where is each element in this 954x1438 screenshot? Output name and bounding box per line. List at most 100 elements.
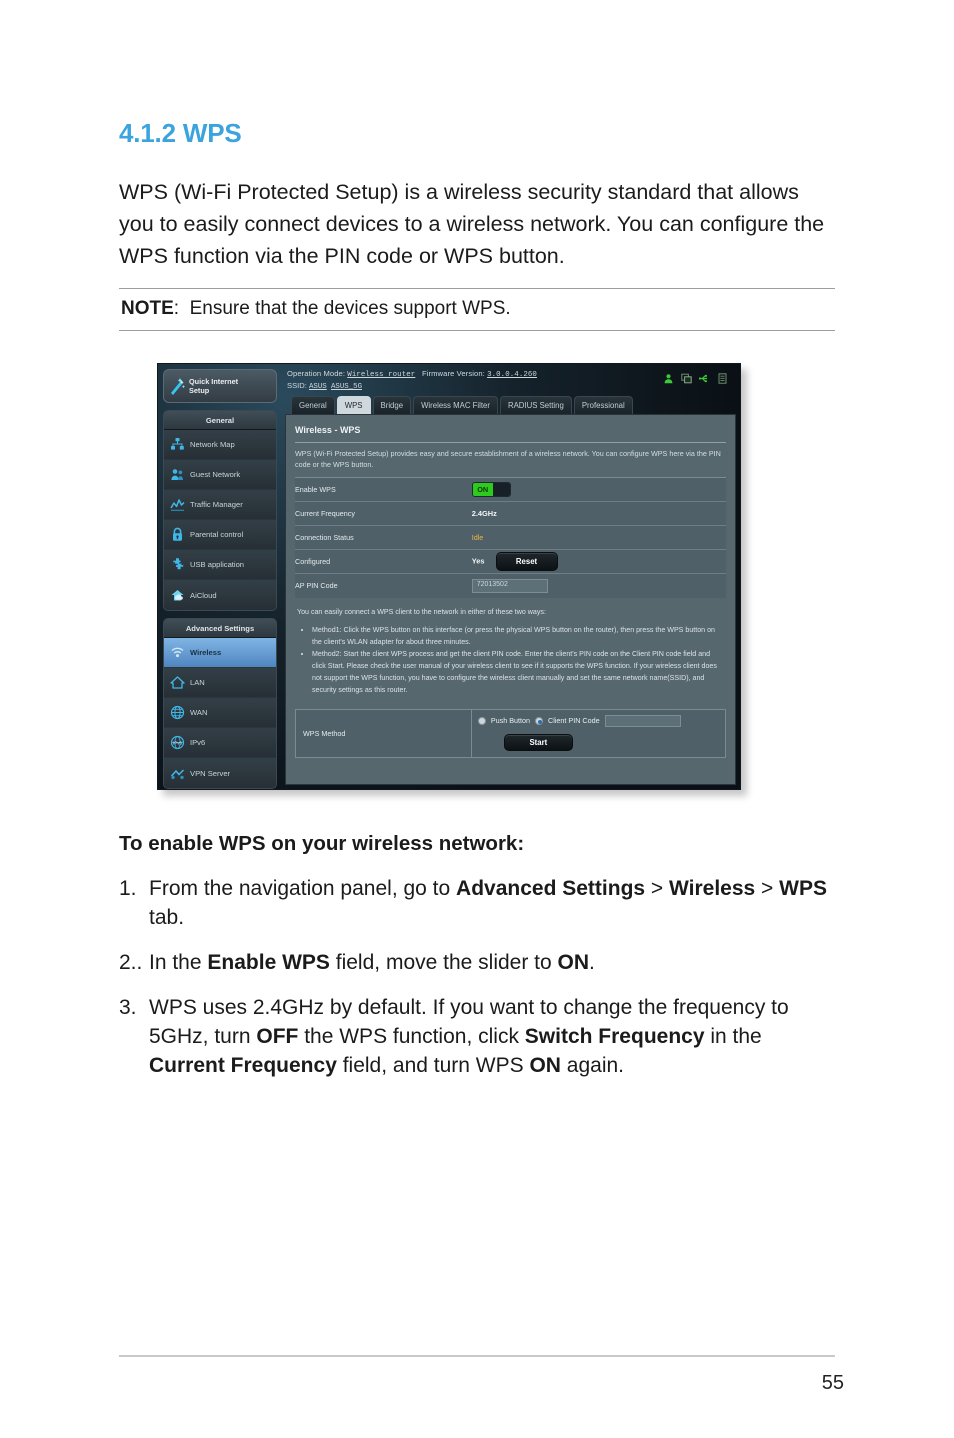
setting-label-enable-wps: Enable WPS (295, 477, 472, 502)
reset-button[interactable]: Reset (495, 552, 558, 571)
home-icon (170, 675, 185, 690)
methods-list: Method1: Click the WPS button on this in… (297, 624, 724, 696)
sidebar-item-traffic-manager[interactable]: Traffic Manager (164, 490, 276, 520)
table-row: AP PIN Code 72013502 (295, 573, 726, 598)
enable-wps-toggle[interactable]: ON (471, 482, 511, 497)
ssid-value-1[interactable]: ASUS (309, 383, 327, 391)
note-label: NOTE (121, 298, 174, 319)
setting-value-configured: Yes (471, 556, 485, 566)
setting-label-ap-pin-code: AP PIN Code (295, 573, 472, 598)
firmware-label: Firmware Version: (421, 369, 485, 378)
toggle-knob (492, 483, 510, 496)
client-pin-code-input[interactable] (604, 714, 681, 727)
status-badge: Idle (471, 533, 484, 542)
setting-label-current-frequency: Current Frequency (295, 501, 472, 526)
sidebar-item-wireless[interactable]: Wireless (164, 638, 276, 668)
tab-professional[interactable]: Professional (573, 396, 633, 414)
list-item: Method2: Start the client WPS process an… (312, 648, 724, 696)
user-icon[interactable] (663, 371, 674, 384)
router-header-line1: Operation Mode: Wireless router Firmware… (287, 369, 537, 379)
operation-mode-label: Operation Mode: (287, 369, 346, 378)
list-item-number: 3. (119, 996, 137, 1019)
list-item-text: In the Enable WPS field, move the slider… (149, 951, 595, 974)
instructions-heading: To enable WPS on your wireless network: (119, 832, 525, 855)
ssid-label: SSID: (287, 381, 307, 390)
sidebar-item-vpn-server[interactable]: VPN Server (164, 758, 276, 788)
sidebar-item-label: LAN (190, 678, 205, 687)
router-sidebar: Quick Internet Setup General Network Map… (158, 364, 281, 789)
sidebar-group-general: General Network Map Guest Network Traffi… (163, 410, 277, 611)
push-button-label: Push Button (490, 716, 531, 725)
ap-pin-code-input[interactable]: 72013502 (471, 578, 548, 593)
tab-radius-setting[interactable]: RADIUS Setting (499, 396, 572, 414)
network-icon[interactable] (681, 371, 692, 384)
sidebar-item-lan[interactable]: LAN (164, 668, 276, 698)
router-tabs: General WPS Bridge Wireless MAC Filter R… (287, 396, 732, 414)
quick-internet-setup-label: Quick Internet Setup (189, 377, 239, 395)
wps-method-row: WPS Method Push Button Client PIN Code S… (295, 708, 726, 758)
router-status-icons (663, 369, 732, 384)
sidebar-item-aicloud[interactable]: AiCloud (164, 580, 276, 610)
sidebar-item-label: Traffic Manager (190, 500, 243, 509)
sidebar-item-network-map[interactable]: Network Map (164, 430, 276, 460)
tab-wps[interactable]: WPS (336, 396, 371, 414)
table-row: Current Frequency 2.4GHz (295, 501, 726, 526)
page-number: 55 (821, 1372, 844, 1394)
vpn-icon (170, 766, 185, 781)
magic-wand-icon (168, 377, 185, 396)
globe-icon (170, 705, 185, 720)
router-content-panel: Wireless - WPS WPS (Wi-Fi Protected Setu… (285, 414, 736, 785)
ssid-value-2[interactable]: ASUS_5G (331, 383, 362, 391)
router-header: Operation Mode: Wireless router Firmware… (281, 364, 740, 414)
panel-title: Wireless - WPS (295, 425, 361, 435)
intro-paragraph: WPS (Wi-Fi Protected Setup) is a wireles… (119, 180, 825, 268)
tab-general[interactable]: General (291, 396, 335, 414)
sidebar-item-usb-application[interactable]: USB application (164, 550, 276, 580)
client-pin-code-radio[interactable] (535, 716, 544, 725)
methods-intro: You can easily connect a WPS client to t… (297, 607, 546, 616)
wps-method-options: Push Button Client PIN Code (477, 714, 721, 727)
list-item-text: From the navigation panel, go to Advance… (149, 877, 827, 929)
cloud-icon (170, 588, 185, 603)
usb-icon[interactable] (698, 371, 710, 383)
table-row: Connection Status Idle (295, 525, 726, 550)
setting-label-connection-status: Connection Status (295, 525, 472, 550)
sidebar-group-header-general: General (164, 411, 276, 430)
sidebar-item-guest-network[interactable]: Guest Network (164, 460, 276, 490)
tab-wireless-mac-filter[interactable]: Wireless MAC Filter (413, 396, 498, 414)
selection-arrow-icon (276, 645, 277, 661)
log-icon[interactable] (717, 371, 728, 384)
sidebar-group-advanced-settings: Advanced Settings Wireless LAN WAN IPv6 … (163, 618, 277, 789)
note-body: NOTE: Ensure that the devices support WP… (119, 289, 835, 330)
tab-bridge[interactable]: Bridge (372, 396, 412, 414)
list-item: Method1: Click the WPS button on this in… (312, 624, 724, 648)
wps-methods-text: You can easily connect a WPS client to t… (295, 598, 726, 702)
lock-icon (170, 527, 185, 542)
quick-internet-setup-button[interactable]: Quick Internet Setup (163, 369, 277, 403)
guest-network-icon (170, 467, 185, 482)
document-page: 4.1.2 WPS WPS (Wi-Fi Protected Setup) is… (0, 0, 954, 1438)
table-row: Configured Yes Reset (295, 549, 726, 574)
operation-mode-value[interactable]: Wireless router (347, 371, 415, 379)
list-item-number: 1. (119, 877, 137, 900)
wifi-icon (170, 645, 185, 660)
note-separator: : (173, 298, 180, 319)
firmware-value[interactable]: 3.0.0.4.260 (487, 371, 537, 379)
list-item: 1. From the navigation panel, go to Adva… (119, 874, 841, 932)
note-text: Ensure that the devices support WPS. (189, 298, 511, 319)
sidebar-group-header-advanced: Advanced Settings (164, 619, 276, 638)
start-button[interactable]: Start (503, 733, 573, 751)
sidebar-item-wan[interactable]: WAN (164, 698, 276, 728)
sidebar-item-label: VPN Server (190, 768, 231, 778)
panel-divider (295, 442, 726, 443)
setting-value-current-frequency: 2.4GHz (471, 501, 726, 526)
sidebar-item-parental-control[interactable]: Parental control (164, 520, 276, 550)
sidebar-item-ipv6[interactable]: IPv6 IPv6 (164, 728, 276, 758)
push-button-radio[interactable] (477, 716, 486, 725)
setting-label-configured: Configured (295, 549, 472, 574)
list-item-text: WPS uses 2.4GHz by default. If you want … (149, 996, 789, 1077)
sidebar-item-label: Guest Network (190, 470, 241, 479)
router-ui-screenshot: Quick Internet Setup General Network Map… (157, 363, 741, 790)
sidebar-item-label: USB application (190, 560, 245, 569)
sidebar-item-label: IPv6 (190, 738, 206, 747)
